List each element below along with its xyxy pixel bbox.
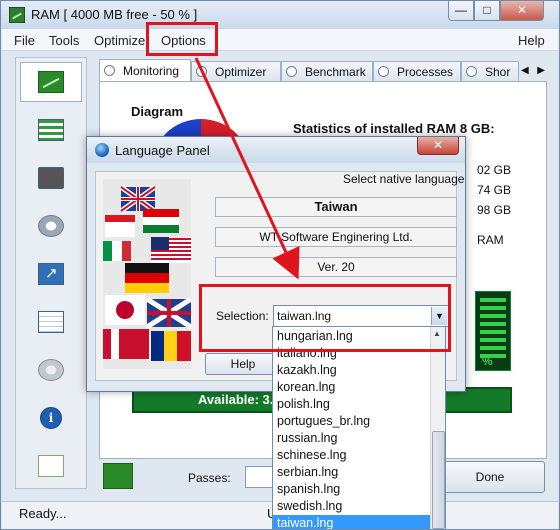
language-dropdown-list: hungarian.lng italiano.lng kazakh.lng ko… [272,326,446,530]
close-button[interactable]: ✕ [500,1,544,21]
meter-percent: % [482,354,493,368]
toolbar-list-button[interactable] [20,110,82,150]
options-menu-highlight [146,22,218,56]
radio-icon [466,66,477,77]
minimize-button[interactable]: — [448,1,474,21]
tab-shortcuts[interactable]: Shor [461,61,519,81]
dropdown-option[interactable]: schinese.lng [273,447,431,464]
dialog-title: Language Panel [115,143,210,158]
menu-bar: File Tools Optimize Options Help [2,29,558,51]
toolbar-shortcut-button[interactable] [20,254,82,294]
dropdown-scrollbar[interactable]: ▲ [430,327,445,529]
shortcut-arrow-icon [38,263,64,285]
tab-scroll-right-icon[interactable]: ▶ [537,65,545,76]
native-language-label: Select native language [343,172,465,186]
dropdown-option[interactable]: spanish.lng [273,481,431,498]
tab-processes[interactable]: Processes [373,61,461,81]
maximize-button[interactable]: □ [474,1,500,21]
options-gear-icon [38,359,64,381]
passes-input[interactable] [245,466,275,488]
tab-label: Shor [485,64,511,79]
language-name: Taiwan [215,197,457,217]
done-button[interactable]: Done [435,461,545,493]
window-title: RAM [ 4000 MB free - 50 % ] [31,7,198,22]
dialog-close-button[interactable]: ✕ [417,137,459,155]
menu-optimize[interactable]: Optimize [94,33,145,48]
ram-usage-meter: % [475,291,511,371]
company-name: WT Software Enginering Ltd. [215,227,457,247]
left-toolbar: i [15,57,87,489]
stat-value: RAM [477,233,504,247]
scrollbar-thumb[interactable] [432,431,445,529]
status-text: Ready... [19,506,67,521]
dropdown-option[interactable]: kazakh.lng [273,362,431,379]
gear-icon [38,215,64,237]
tab-label: Monitoring [123,63,180,78]
diagram-label: Diagram [131,104,184,119]
tab-benchmark[interactable]: Benchmark [281,61,373,81]
stat-value: 02 GB [477,163,512,177]
toolbar-checklist-button[interactable] [20,302,82,342]
toolbar-monitoring-button[interactable] [20,62,82,102]
memory-chip-icon [38,167,64,189]
chart-icon[interactable] [103,463,133,489]
help-button[interactable]: Help [205,353,281,375]
dropdown-option[interactable]: russian.lng [273,430,431,447]
selection-highlight [199,284,451,352]
version-text: Ver. 20 [215,257,457,277]
chart-icon [38,71,64,93]
tab-label: Processes [397,64,454,79]
menu-help[interactable]: Help [518,33,545,48]
flags-image [103,179,191,369]
title-bar: RAM [ 4000 MB free - 50 % ] — □ ✕ [1,1,559,29]
radio-icon [286,66,297,77]
list-icon [38,119,64,141]
dropdown-option[interactable]: swedish.lng [273,498,431,515]
radio-icon [378,66,389,77]
toolbar-options-button[interactable] [20,350,82,390]
tab-scroll-left-icon[interactable]: ◀ [521,65,529,76]
toolbar-mail-button[interactable] [20,446,82,486]
menu-tools[interactable]: Tools [49,33,79,48]
checklist-icon [38,311,64,333]
app-ram-icon [9,7,25,23]
tab-monitoring[interactable]: Monitoring [99,59,191,81]
passes-label: Passes: [188,471,231,485]
tab-label: Optimizer [215,64,267,79]
radio-icon [196,66,207,77]
globe-icon [95,143,109,157]
tab-optimizer[interactable]: Optimizer [191,61,281,81]
toolbar-info-button[interactable]: i [20,398,82,438]
dropdown-option[interactable]: korean.lng [273,379,431,396]
radio-icon [104,65,115,76]
dropdown-option-selected[interactable]: taiwan.lng [273,515,431,529]
dropdown-option[interactable]: serbian.lng [273,464,431,481]
mail-icon [38,455,64,477]
toolbar-memory-button[interactable] [20,158,82,198]
tab-strip: Monitoring Optimizer Benchmark Processes… [99,59,545,81]
stat-value: 74 GB [477,183,512,197]
stat-value: 98 GB [477,203,512,217]
dialog-title-bar: Language Panel ✕ [87,137,465,163]
tab-scroll-buttons: ◀ ▶ [519,61,547,79]
ram-stats-title: Statistics of installed RAM 8 GB: [293,121,495,136]
dropdown-option[interactable]: portugues_br.lng [273,413,431,430]
info-icon: i [40,407,62,429]
menu-file[interactable]: File [14,33,35,48]
dropdown-option[interactable]: polish.lng [273,396,431,413]
toolbar-settings-button[interactable] [20,206,82,246]
tab-label: Benchmark [305,64,366,79]
